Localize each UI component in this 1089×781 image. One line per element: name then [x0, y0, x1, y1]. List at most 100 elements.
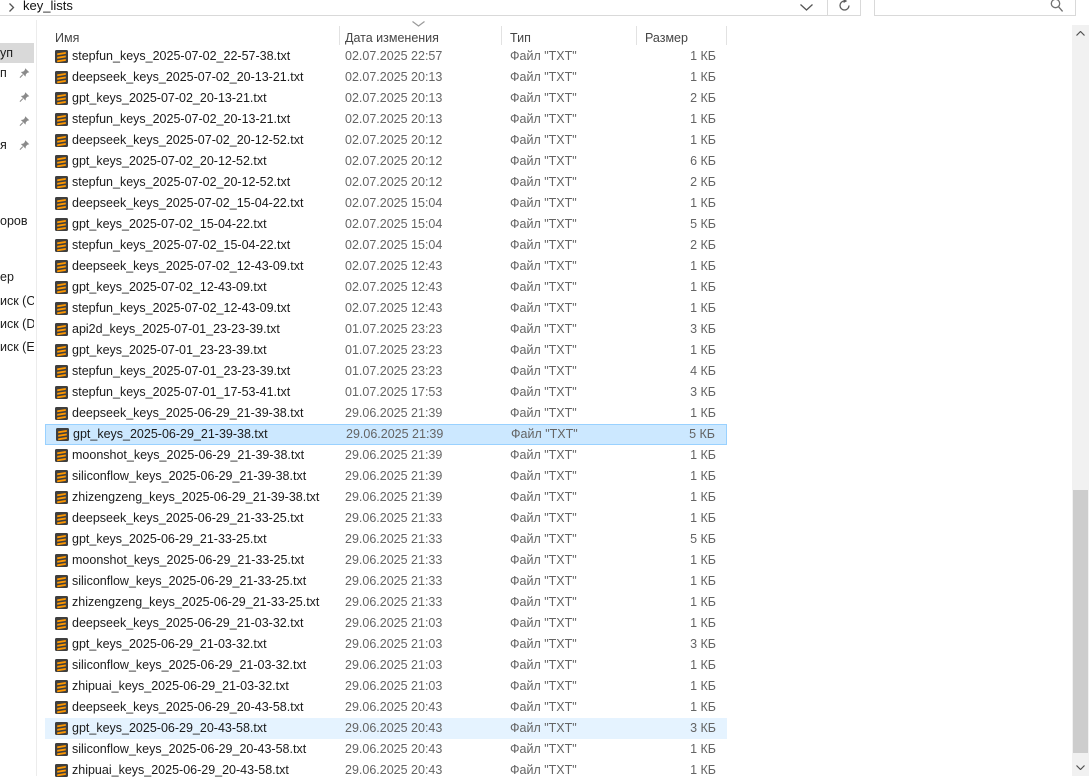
file-row[interactable]: stepfun_keys_2025-07-01_17-53-41.txt 01.… — [45, 382, 727, 403]
refresh-button[interactable] — [827, 0, 861, 16]
sidebar-item[interactable]: уп — [0, 43, 34, 63]
file-row[interactable]: siliconflow_keys_2025-06-29_21-33-25.txt… — [45, 571, 727, 592]
file-row[interactable]: deepseek_keys_2025-06-29_21-33-25.txt 29… — [45, 508, 727, 529]
file-row[interactable]: deepseek_keys_2025-07-02_20-12-52.txt 02… — [45, 130, 727, 151]
file-type: Файл "TXT" — [510, 49, 577, 63]
file-row[interactable]: stepfun_keys_2025-07-02_15-04-22.txt 02.… — [45, 235, 727, 256]
file-row[interactable]: gpt_keys_2025-07-02_15-04-22.txt 02.07.2… — [45, 214, 727, 235]
file-type: Файл "TXT" — [510, 238, 577, 252]
address-bar[interactable]: key_lists — [0, 0, 827, 16]
file-row[interactable]: zhizengzeng_keys_2025-06-29_21-33-25.txt… — [45, 592, 727, 613]
file-size: 1 КБ — [690, 763, 716, 777]
address-dropdown-chevron-icon[interactable] — [792, 0, 820, 15]
header-divider[interactable] — [636, 26, 637, 45]
file-type: Файл "TXT" — [511, 427, 578, 441]
sidebar-item[interactable]: оров — [0, 211, 34, 231]
file-name: siliconflow_keys_2025-06-29_21-03-32.txt — [72, 658, 307, 672]
file-row[interactable]: siliconflow_keys_2025-06-29_20-43-58.txt… — [45, 739, 727, 760]
file-row[interactable]: zhizengzeng_keys_2025-06-29_21-39-38.txt… — [45, 487, 727, 508]
header-divider[interactable] — [726, 26, 727, 45]
column-header-size[interactable]: Размер — [645, 30, 688, 46]
file-type: Файл "TXT" — [510, 259, 577, 273]
file-size: 3 КБ — [690, 637, 716, 651]
breadcrumb-chevron-icon — [8, 3, 15, 12]
file-date-modified: 29.06.2025 21:39 — [345, 490, 443, 504]
scrollbar-down-arrow-icon[interactable] — [1072, 759, 1089, 776]
sublime-text-file-icon — [55, 302, 68, 315]
file-row[interactable]: gpt_keys_2025-07-01_23-23-39.txt 01.07.2… — [45, 340, 727, 361]
file-row[interactable]: gpt_keys_2025-06-29_20-43-58.txt 29.06.2… — [45, 718, 727, 739]
file-row[interactable]: stepfun_keys_2025-07-01_23-23-39.txt 01.… — [45, 361, 727, 382]
column-header-date-modified[interactable]: Дата изменения — [345, 30, 439, 46]
file-row[interactable]: zhipuai_keys_2025-06-29_20-43-58.txt 29.… — [45, 760, 727, 781]
file-row[interactable]: siliconflow_keys_2025-06-29_21-39-38.txt… — [45, 466, 727, 487]
search-box[interactable] — [874, 0, 1076, 16]
file-date-modified: 02.07.2025 15:04 — [345, 196, 443, 210]
file-row[interactable]: deepseek_keys_2025-06-29_20-43-58.txt 29… — [45, 697, 727, 718]
file-row[interactable]: stepfun_keys_2025-07-02_20-13-21.txt 02.… — [45, 109, 727, 130]
scrollbar-thumb[interactable] — [1073, 490, 1088, 753]
file-row[interactable]: deepseek_keys_2025-07-02_20-13-21.txt 02… — [45, 67, 727, 88]
file-row[interactable]: deepseek_keys_2025-07-02_12-43-09.txt 02… — [45, 256, 727, 277]
file-date-modified: 29.06.2025 21:39 — [345, 406, 443, 420]
file-row[interactable]: deepseek_keys_2025-06-29_21-03-32.txt 29… — [45, 613, 727, 634]
file-row[interactable]: stepfun_keys_2025-07-02_12-43-09.txt 02.… — [45, 298, 727, 319]
file-size: 1 КБ — [690, 406, 716, 420]
sidebar-item[interactable]: я — [0, 135, 34, 155]
file-row[interactable]: deepseek_keys_2025-07-02_15-04-22.txt 02… — [45, 193, 727, 214]
file-name: siliconflow_keys_2025-06-29_20-43-58.txt — [72, 742, 307, 756]
file-name: zhipuai_keys_2025-06-29_20-43-58.txt — [72, 763, 289, 777]
file-size: 3 КБ — [690, 322, 716, 336]
file-type: Файл "TXT" — [510, 70, 577, 84]
column-header-type[interactable]: Тип — [510, 30, 531, 46]
file-row[interactable]: siliconflow_keys_2025-06-29_21-03-32.txt… — [45, 655, 727, 676]
file-row[interactable]: zhipuai_keys_2025-06-29_21-03-32.txt 29.… — [45, 676, 727, 697]
file-size: 1 КБ — [690, 469, 716, 483]
file-name: siliconflow_keys_2025-06-29_21-33-25.txt — [72, 574, 307, 588]
sidebar-item[interactable]: иск (D — [0, 314, 34, 334]
file-row[interactable]: gpt_keys_2025-07-02_20-13-21.txt 02.07.2… — [45, 88, 727, 109]
search-input[interactable] — [881, 0, 1041, 15]
header-divider[interactable] — [501, 26, 502, 45]
file-row[interactable]: gpt_keys_2025-07-02_12-43-09.txt 02.07.2… — [45, 277, 727, 298]
sublime-text-file-icon — [55, 554, 68, 567]
file-row[interactable]: gpt_keys_2025-07-02_20-12-52.txt 02.07.2… — [45, 151, 727, 172]
file-row[interactable]: stepfun_keys_2025-07-02_22-57-38.txt 02.… — [45, 46, 727, 67]
file-row[interactable]: api2d_keys_2025-07-01_23-23-39.txt 01.07… — [45, 319, 727, 340]
sidebar-item[interactable]: ер — [0, 267, 34, 287]
file-size: 1 КБ — [690, 511, 716, 525]
sidebar-item[interactable]: иск (C — [0, 291, 34, 311]
sublime-text-file-icon — [55, 155, 68, 168]
header-divider[interactable] — [339, 26, 340, 45]
vertical-scrollbar[interactable] — [1072, 25, 1089, 776]
sublime-text-file-icon — [55, 197, 68, 210]
sublime-text-file-icon — [55, 659, 68, 672]
sort-descending-chevron-icon — [412, 21, 425, 27]
file-row[interactable]: moonshot_keys_2025-06-29_21-39-38.txt 29… — [45, 445, 727, 466]
sidebar-item[interactable]: иск (E — [0, 337, 34, 357]
file-row[interactable]: moonshot_keys_2025-06-29_21-33-25.txt 29… — [45, 550, 727, 571]
file-row[interactable]: deepseek_keys_2025-06-29_21-39-38.txt 29… — [45, 403, 727, 424]
sidebar-item[interactable] — [0, 111, 34, 131]
file-type: Файл "TXT" — [510, 196, 577, 210]
sublime-text-file-icon — [55, 176, 68, 189]
file-row[interactable]: stepfun_keys_2025-07-02_20-12-52.txt 02.… — [45, 172, 727, 193]
file-row[interactable]: gpt_keys_2025-06-29_21-03-32.txt 29.06.2… — [45, 634, 727, 655]
search-icon[interactable] — [1049, 0, 1064, 14]
file-name: deepseek_keys_2025-06-29_21-03-32.txt — [72, 616, 304, 630]
sublime-text-file-icon — [55, 281, 68, 294]
file-type: Файл "TXT" — [510, 532, 577, 546]
file-date-modified: 02.07.2025 22:57 — [345, 49, 443, 63]
file-size: 1 КБ — [690, 280, 716, 294]
scrollbar-up-arrow-icon[interactable] — [1072, 25, 1089, 42]
breadcrumb-segment[interactable]: key_lists — [23, 0, 73, 13]
file-row[interactable]: gpt_keys_2025-06-29_21-33-25.txt 29.06.2… — [45, 529, 727, 550]
file-type: Файл "TXT" — [510, 217, 577, 231]
file-type: Файл "TXT" — [510, 154, 577, 168]
file-name: gpt_keys_2025-06-29_21-33-25.txt — [72, 532, 267, 546]
sidebar-item[interactable] — [0, 87, 34, 107]
file-date-modified: 29.06.2025 21:03 — [345, 679, 443, 693]
column-header-name[interactable]: Имя — [55, 30, 79, 46]
file-row[interactable]: gpt_keys_2025-06-29_21-39-38.txt 29.06.2… — [45, 424, 727, 445]
sidebar-item[interactable]: п — [0, 63, 34, 83]
